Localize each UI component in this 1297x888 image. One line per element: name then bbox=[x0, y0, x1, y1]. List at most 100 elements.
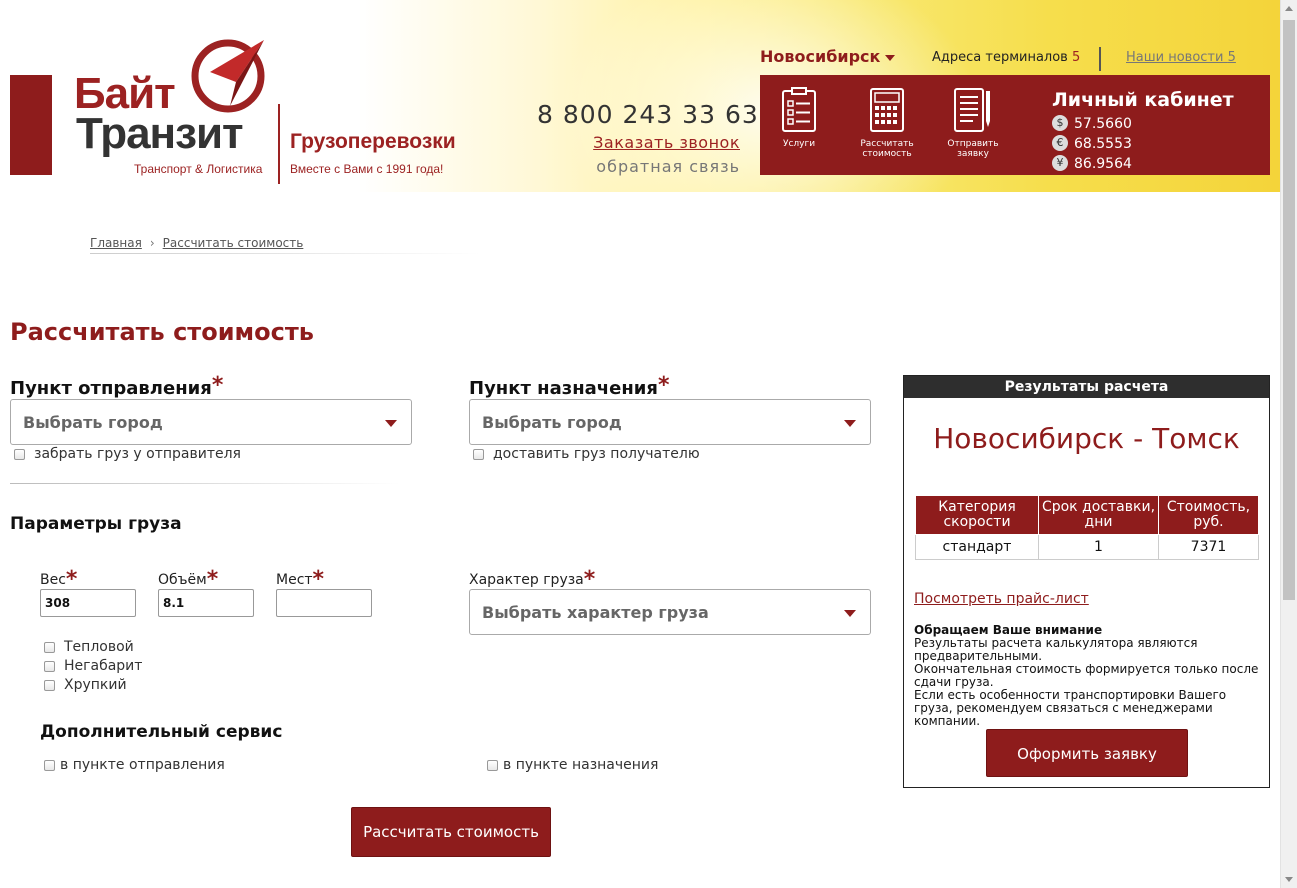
terminals-link[interactable]: Адреса терминалов 5 bbox=[932, 50, 1080, 65]
price-list-link[interactable]: Посмотреть прайс-лист bbox=[914, 591, 1089, 607]
destination-city-select[interactable]: Выбрать город bbox=[469, 399, 871, 445]
terminals-label: Адреса терминалов bbox=[932, 50, 1068, 65]
extra-destination-row[interactable]: в пункте назначения bbox=[487, 757, 658, 773]
extra-origin-checkbox[interactable] bbox=[44, 759, 55, 771]
notice-line: Результаты расчета калькулятора являются… bbox=[914, 636, 1198, 663]
logo-compass-icon bbox=[191, 39, 265, 113]
breadcrumb-separator: › bbox=[149, 236, 155, 250]
feedback-link[interactable]: обратная связь bbox=[596, 157, 740, 176]
weight-input[interactable]: 308 bbox=[40, 589, 136, 617]
delivery-checkbox-row[interactable]: доставить груз получателю bbox=[473, 446, 700, 462]
extra-destination-checkbox[interactable] bbox=[487, 759, 498, 771]
notice-title: Обращаем Ваше внимание bbox=[914, 623, 1103, 637]
extra-origin-label: в пункте отправления bbox=[60, 757, 225, 773]
send-request-icon bbox=[954, 88, 990, 132]
section-divider bbox=[10, 483, 400, 484]
scrollbar-thumb[interactable] bbox=[1283, 20, 1295, 600]
order-button[interactable]: Оформить заявку bbox=[986, 729, 1188, 777]
phone-number[interactable]: 8 800 243 33 63 bbox=[537, 100, 759, 129]
origin-label: Пункт отправления* bbox=[10, 375, 223, 400]
header-separator bbox=[1099, 47, 1101, 71]
destination-label-text: Пункт назначения bbox=[469, 378, 658, 399]
rate-eur-value: 68.5553 bbox=[1074, 136, 1132, 152]
nav-panel: Услуги Рассчитать стоимость Отправить за… bbox=[760, 75, 1270, 175]
option-thermal-label: Тепловой bbox=[64, 639, 134, 655]
nav-item-send-request[interactable]: Отправить заявку bbox=[932, 87, 1014, 159]
news-link[interactable]: Наши новости 5 bbox=[1126, 50, 1236, 65]
rate-eur: €68.5553 bbox=[1052, 135, 1132, 153]
site-header: Байт Транзит Транспорт & Логистика Грузо… bbox=[0, 0, 1280, 192]
cargo-type-label-text: Характер груза bbox=[469, 572, 584, 588]
logo-subtitle-since: Вместе с Вами с 1991 года! bbox=[290, 162, 444, 176]
places-input[interactable] bbox=[276, 589, 372, 617]
cargo-params-title: Параметры груза bbox=[10, 514, 182, 534]
cargo-type-select[interactable]: Выбрать характер груза bbox=[469, 589, 871, 635]
chevron-down-icon bbox=[844, 610, 856, 617]
euro-coin-icon: € bbox=[1052, 135, 1068, 151]
notice-body: Результаты расчета калькулятора являются… bbox=[914, 637, 1259, 728]
logo-tagline: Транспорт & Логистика bbox=[134, 162, 263, 176]
scroll-up-arrow-icon[interactable] bbox=[1285, 6, 1293, 11]
rate-cny: ¥86.9564 bbox=[1052, 155, 1132, 173]
places-label-text: Мест bbox=[276, 572, 313, 588]
notice-line: Если есть особенности транспортировки Ва… bbox=[914, 688, 1227, 728]
services-checklist-icon bbox=[782, 87, 816, 132]
option-oversize-label: Негабарит bbox=[64, 658, 143, 674]
city-selector-label: Новосибирск bbox=[760, 47, 881, 66]
nav-item-services[interactable]: Услуги bbox=[758, 87, 840, 149]
cell-cost: 7371 bbox=[1158, 534, 1259, 560]
chevron-down-icon bbox=[885, 54, 896, 61]
dollar-coin-icon: $ bbox=[1052, 115, 1068, 131]
option-fragile-checkbox[interactable] bbox=[44, 679, 55, 691]
result-panel: Результаты расчета Новосибирск - Томск К… bbox=[903, 375, 1270, 788]
delivery-checkbox-label: доставить груз получателю bbox=[493, 446, 700, 462]
chevron-down-icon bbox=[385, 420, 397, 427]
notice-line: Окончательная стоимость формируется толь… bbox=[914, 662, 1259, 689]
option-fragile-label: Хрупкий bbox=[64, 677, 127, 693]
table-row: стандарт 1 7371 bbox=[915, 534, 1259, 560]
rate-usd-value: 57.5660 bbox=[1074, 116, 1132, 132]
nav-item-calculate[interactable]: Рассчитать стоимость bbox=[846, 87, 928, 159]
company-logo[interactable]: Байт Транзит Транспорт & Логистика Грузо… bbox=[74, 36, 494, 186]
cell-days: 1 bbox=[1038, 534, 1159, 560]
pickup-checkbox[interactable] bbox=[14, 448, 25, 460]
pickup-checkbox-row[interactable]: забрать груз у отправителя bbox=[14, 446, 241, 462]
result-table-header-row: Категория скорости Срок доставки, дни Ст… bbox=[915, 495, 1259, 535]
order-call-link[interactable]: Заказать звонок bbox=[593, 133, 740, 152]
nav-item-send-request-label: Отправить заявку bbox=[947, 139, 999, 159]
volume-label: Объём* bbox=[158, 569, 218, 591]
extra-origin-row[interactable]: в пункте отправления bbox=[44, 757, 225, 773]
rate-usd: $57.5660 bbox=[1052, 115, 1132, 133]
scroll-down-arrow-icon[interactable] bbox=[1285, 877, 1293, 882]
required-mark: * bbox=[657, 373, 670, 398]
weight-label: Вес* bbox=[40, 569, 77, 591]
delivery-checkbox[interactable] bbox=[473, 448, 484, 460]
logo-subtitle: Грузоперевозки bbox=[290, 130, 456, 153]
personal-cabinet-link[interactable]: Личный кабинет bbox=[1052, 89, 1234, 111]
logo-word-tranzit: Транзит bbox=[76, 109, 244, 158]
option-thermal-row[interactable]: Тепловой bbox=[44, 639, 134, 655]
news-count: 5 bbox=[1227, 50, 1236, 65]
city-selector[interactable]: Новосибирск bbox=[760, 47, 896, 66]
option-fragile-row[interactable]: Хрупкий bbox=[44, 677, 127, 693]
result-panel-header: Результаты расчета bbox=[904, 376, 1269, 398]
option-oversize-row[interactable]: Негабарит bbox=[44, 658, 142, 674]
nav-item-calculate-label: Рассчитать стоимость bbox=[860, 139, 914, 159]
chevron-down-icon bbox=[844, 420, 856, 427]
calculate-button[interactable]: Рассчитать стоимость bbox=[351, 807, 551, 857]
required-mark: * bbox=[211, 373, 224, 398]
option-thermal-checkbox[interactable] bbox=[44, 641, 55, 653]
breadcrumb-home[interactable]: Главная bbox=[90, 236, 142, 250]
result-table: Категория скорости Срок доставки, дни Ст… bbox=[915, 495, 1259, 560]
page-title: Рассчитать стоимость bbox=[10, 318, 314, 346]
volume-input[interactable]: 8.1 bbox=[158, 589, 254, 617]
calculator-icon bbox=[870, 88, 904, 132]
header-red-accent bbox=[10, 75, 52, 175]
breadcrumb-current[interactable]: Рассчитать стоимость bbox=[163, 236, 304, 250]
origin-city-select[interactable]: Выбрать город bbox=[10, 399, 412, 445]
page-scrollbar[interactable] bbox=[1280, 0, 1297, 888]
option-oversize-checkbox[interactable] bbox=[44, 660, 55, 672]
origin-label-text: Пункт отправления bbox=[10, 378, 212, 399]
extra-destination-label: в пункте назначения bbox=[503, 757, 659, 773]
column-header-cost: Стоимость, руб. bbox=[1158, 495, 1259, 535]
